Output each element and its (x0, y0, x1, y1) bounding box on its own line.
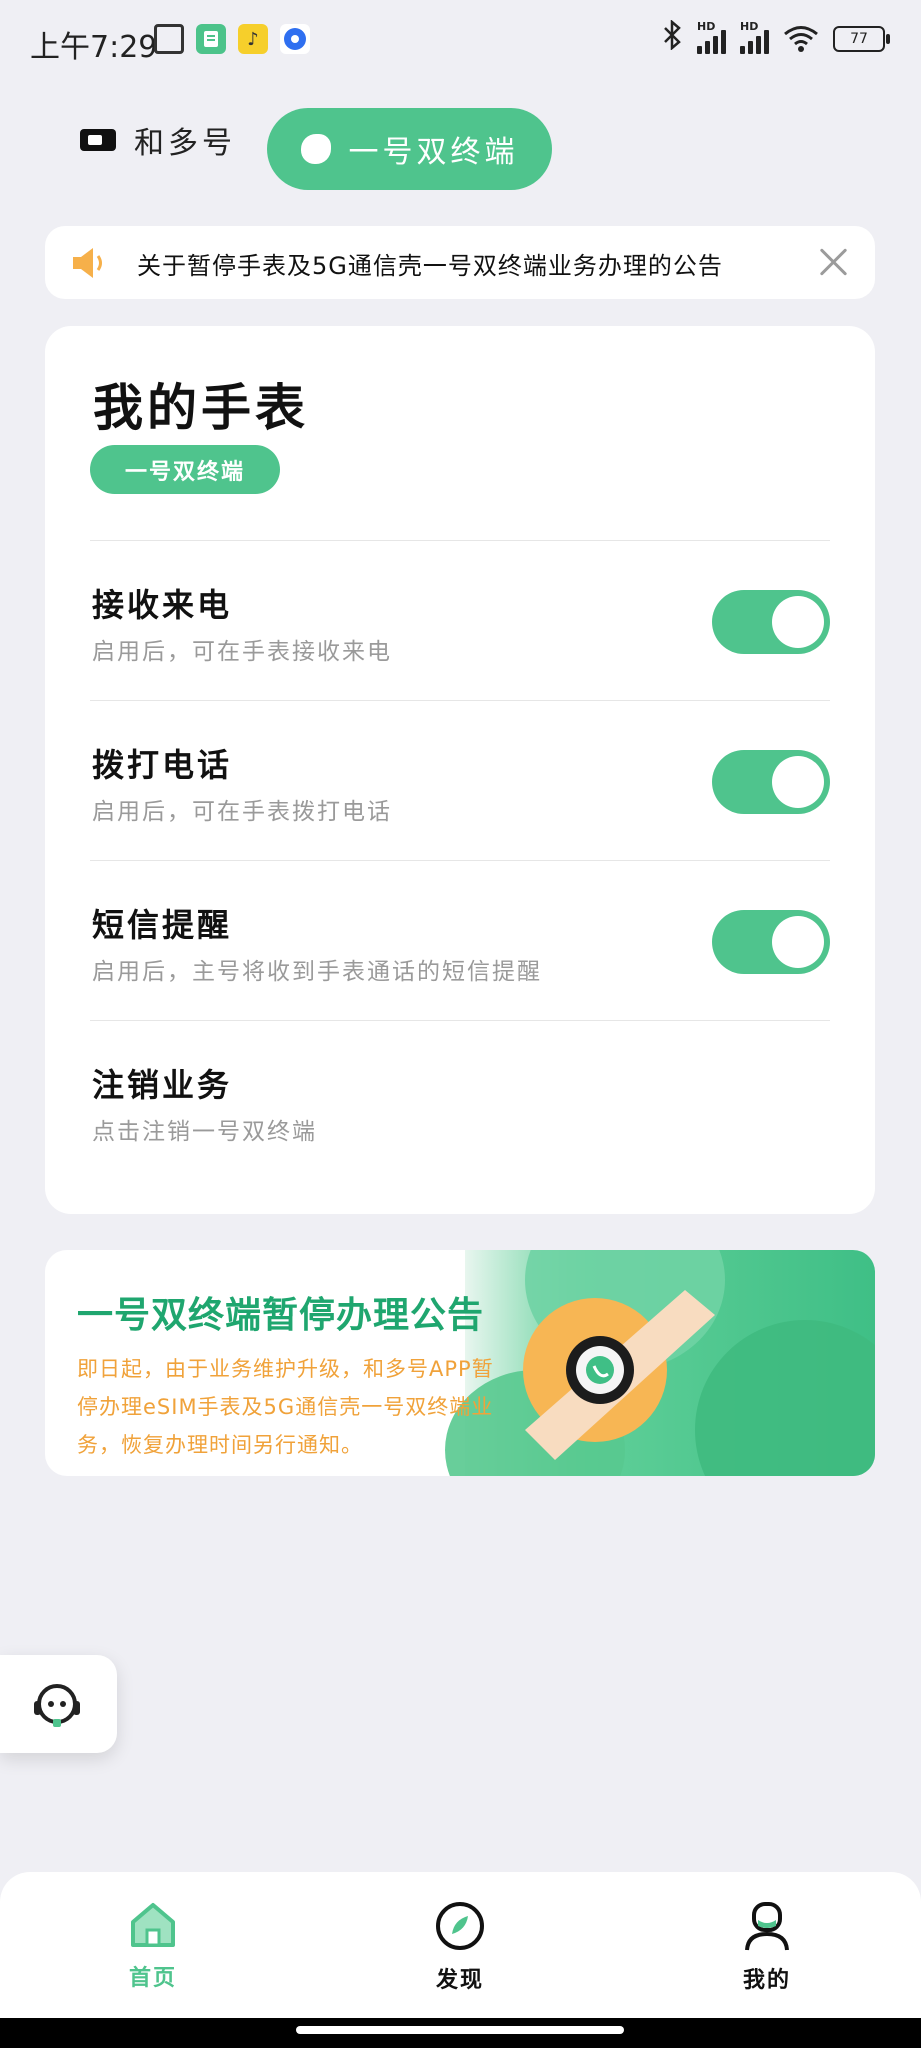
customer-service-button[interactable] (0, 1655, 117, 1753)
nav-mine-label: 我的 (742, 1968, 791, 1993)
bottom-nav: 首页 发现 我的 (0, 1872, 921, 2018)
battery-icon: 77 (833, 26, 890, 52)
row-title: 短信提醒 (92, 906, 233, 944)
divider (90, 700, 830, 701)
announcement-banner[interactable]: 一号双终端暂停办理公告 即日起，由于业务维护升级，和多号APP暂停办理eSIM手… (45, 1250, 875, 1476)
row-desc: 启用后，主号将收到手表通话的短信提醒 (92, 959, 542, 985)
compass-icon (436, 1902, 484, 1950)
home-icon (131, 1903, 175, 1947)
watch-illustration (523, 1290, 715, 1460)
wifi-icon (783, 25, 819, 53)
bluetooth-icon (661, 19, 683, 58)
divider (90, 540, 830, 541)
leaf-icon (300, 134, 331, 164)
nav-home[interactable]: 首页 (93, 1900, 213, 1992)
music-app-icon: ♪ (238, 24, 268, 54)
row-title: 接收来电 (92, 586, 233, 624)
divider (90, 860, 830, 861)
watch-card: 我的手表 一号双终端 接收来电 启用后，可在手表接收来电 拨打电话 启用后，可在… (45, 326, 875, 1214)
nav-home-label: 首页 (128, 1966, 177, 1991)
nav-mine[interactable]: 我的 (707, 1900, 827, 1994)
notification-app-icon (196, 24, 226, 54)
banner-illustration (445, 1250, 875, 1476)
notice-bar[interactable]: 关于暂停手表及5G通信壳一号双终端业务办理的公告 (45, 226, 875, 299)
banner-title: 一号双终端暂停办理公告 (77, 1295, 485, 1336)
status-time: 上午7:29 (30, 30, 158, 65)
page-title: 我的手表 (93, 379, 309, 437)
headset-icon (34, 1684, 80, 1727)
close-icon[interactable] (815, 244, 851, 280)
tab-dual-terminal-label: 一号双终端 (348, 135, 519, 170)
banner-text: 即日起，由于业务维护升级，和多号APP暂停办理eSIM手表及5G通信壳一号双终端… (77, 1357, 494, 1457)
row-desc: 点击注销一号双终端 (92, 1119, 317, 1145)
divider (90, 1020, 830, 1021)
nfc-icon (154, 24, 184, 54)
nav-discover[interactable]: 发现 (400, 1900, 520, 1994)
profile-icon (745, 1902, 789, 1951)
notice-text: 关于暂停手表及5G通信壳一号双终端业务办理的公告 (137, 252, 723, 280)
signal-hd-icon-2: HD (740, 20, 769, 54)
row-title[interactable]: 注销业务 (92, 1060, 232, 1106)
home-indicator[interactable] (296, 2026, 624, 2034)
row-desc: 启用后，可在手表接收来电 (92, 639, 392, 665)
make-calls-toggle[interactable] (712, 750, 830, 814)
signal-hd-icon: HD (697, 20, 726, 54)
tab-hedouhao[interactable]: 和多号 (80, 118, 236, 162)
nav-discover-label: 发现 (435, 1968, 484, 1993)
speaker-icon (71, 246, 109, 280)
receive-calls-toggle[interactable] (712, 590, 830, 654)
row-title: 拨打电话 (92, 746, 233, 784)
sim-card-icon (80, 129, 116, 151)
tab-dual-terminal[interactable]: 一号双终端 (267, 108, 552, 190)
service-badge: 一号双终端 (90, 445, 280, 494)
status-bar: 上午7:29 ♪ HD HD 77 (0, 0, 921, 80)
row-desc: 启用后，可在手表拨打电话 (92, 799, 392, 825)
browser-app-icon (280, 24, 310, 54)
tab-hedouhao-label: 和多号 (134, 126, 236, 161)
sms-reminder-toggle[interactable] (712, 910, 830, 974)
